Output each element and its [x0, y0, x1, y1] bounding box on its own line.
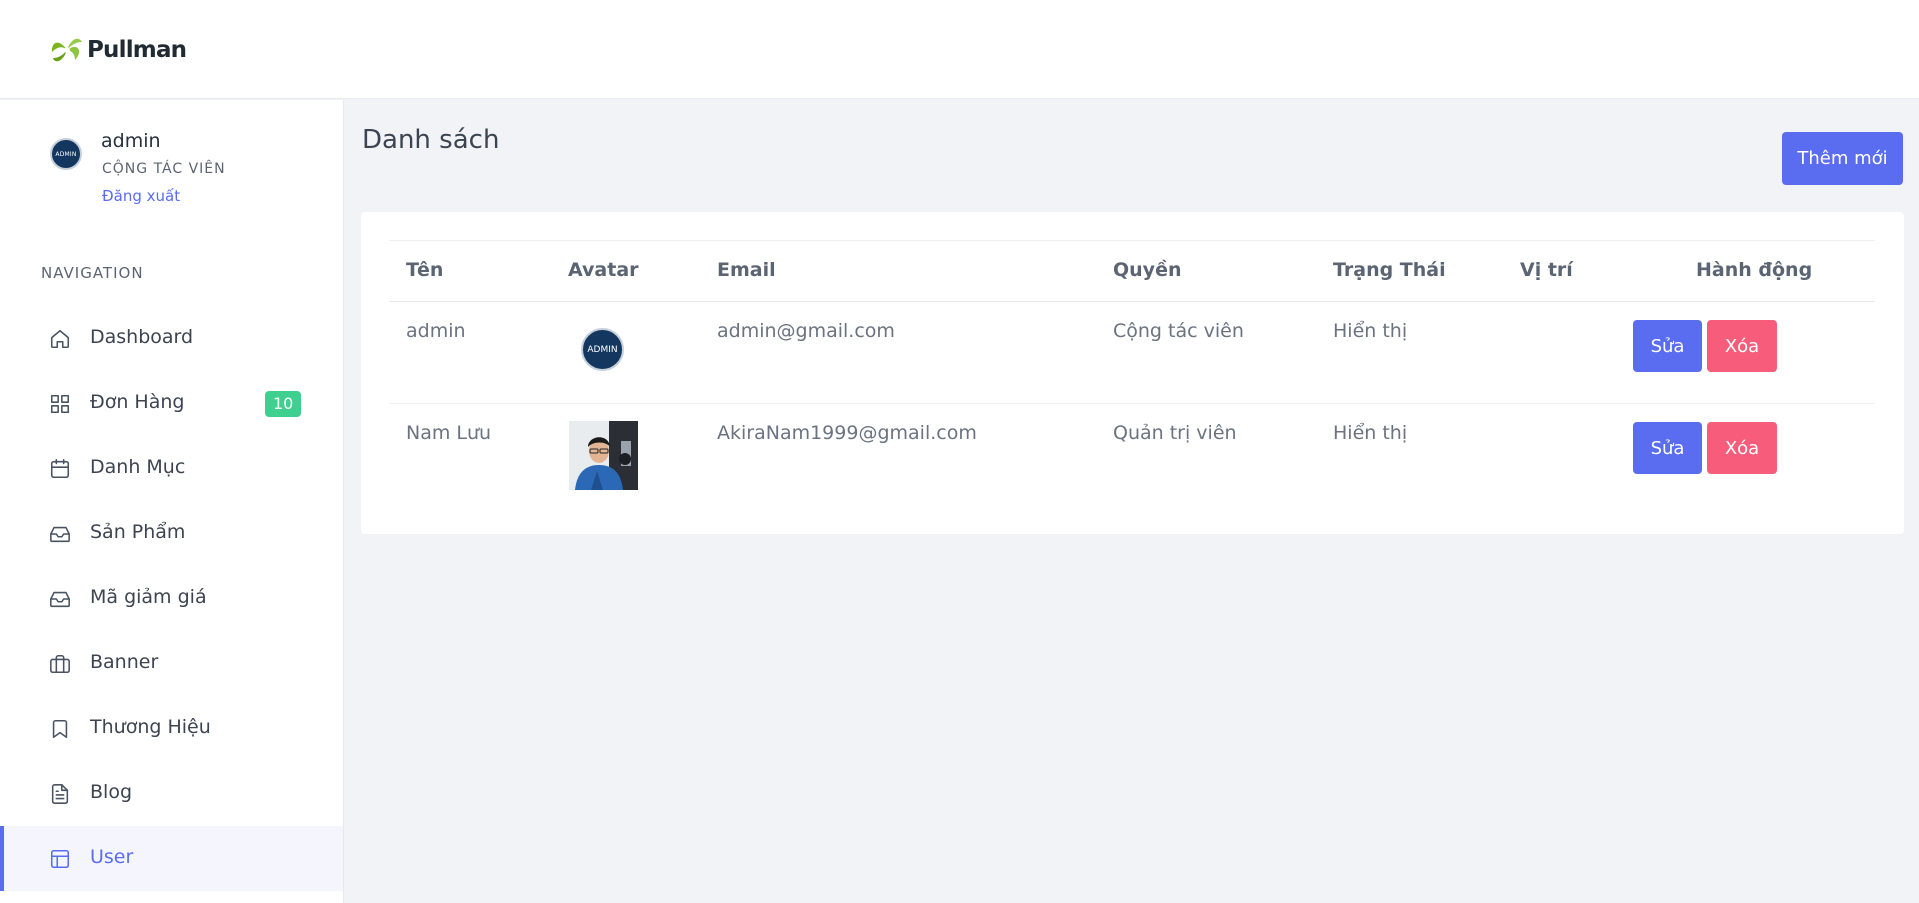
cell-name: admin	[406, 320, 466, 342]
pullman-logo-icon	[51, 38, 82, 62]
edit-button[interactable]: Sửa	[1633, 320, 1702, 372]
column-header-actions: Hành động	[1696, 259, 1813, 281]
cell-status: Hiển thị	[1333, 422, 1408, 444]
sidebar-item-coupons[interactable]: Mã giảm giá	[0, 566, 343, 631]
file-text-icon	[49, 783, 71, 805]
column-header-status[interactable]: Trạng Thái	[1333, 259, 1446, 281]
home-icon	[49, 328, 71, 350]
orders-count-badge: 10	[265, 391, 302, 417]
sidebar-item-label: Blog	[90, 781, 132, 803]
sidebar-item-user[interactable]: User	[0, 826, 343, 891]
sidebar-item-label: Banner	[90, 651, 159, 673]
add-new-button[interactable]: Thêm mới	[1782, 132, 1903, 185]
delete-button[interactable]: Xóa	[1707, 422, 1777, 474]
sidebar-item-products[interactable]: Sản Phẩm	[0, 501, 343, 566]
table-header: Tên Avatar Email Quyền Trạng Thái Vị trí…	[389, 240, 1875, 302]
users-table: Tên Avatar Email Quyền Trạng Thái Vị trí…	[389, 240, 1875, 506]
user-avatar: ADMIN	[50, 138, 82, 170]
bookmark-icon	[49, 718, 71, 740]
sidebar-nav: Dashboard Đơn Hàng 10 Danh Mục Sản Phẩm …	[0, 306, 343, 891]
top-bar: Pullman	[0, 0, 1919, 99]
avatar-text: ADMIN	[587, 344, 618, 355]
sidebar-item-label: Thương Hiệu	[90, 716, 211, 738]
sidebar-item-blog[interactable]: Blog	[0, 761, 343, 826]
nav-section-title: NAVIGATION	[41, 264, 144, 282]
cell-role: Quản trị viên	[1113, 422, 1237, 444]
sidebar-item-categories[interactable]: Danh Mục	[0, 436, 343, 501]
column-header-position[interactable]: Vị trí	[1520, 259, 1573, 281]
delete-button[interactable]: Xóa	[1707, 320, 1777, 372]
brand-logo[interactable]: Pullman	[49, 32, 187, 68]
sidebar-item-dashboard[interactable]: Dashboard	[0, 306, 343, 371]
inbox-icon	[49, 588, 71, 610]
briefcase-icon	[49, 653, 71, 675]
grid-icon	[49, 393, 71, 415]
user-avatar: ADMIN	[581, 328, 624, 371]
sidebar-item-banner[interactable]: Banner	[0, 631, 343, 696]
user-name: admin	[101, 130, 161, 152]
cell-name: Nam Lưu	[406, 422, 492, 444]
sidebar: ADMIN admin CỘNG TÁC VIÊN Đăng xuất NAVI…	[0, 100, 344, 903]
cell-email: admin@gmail.com	[717, 320, 895, 342]
cell-status: Hiển thị	[1333, 320, 1408, 342]
logout-link[interactable]: Đăng xuất	[102, 187, 180, 205]
page-title: Danh sách	[362, 125, 500, 155]
brand-name: Pullman	[87, 37, 187, 63]
sidebar-item-orders[interactable]: Đơn Hàng 10	[0, 371, 343, 436]
table-row: Nam Lưu AkiraNam1999@gmail.com Quản trị …	[389, 404, 1875, 506]
calendar-icon	[49, 458, 71, 480]
sidebar-item-label: Đơn Hàng	[90, 391, 185, 413]
sidebar-item-label: User	[90, 846, 134, 868]
sidebar-item-label: Mã giảm giá	[90, 586, 207, 608]
cell-email: AkiraNam1999@gmail.com	[717, 422, 977, 444]
table-row: admin ADMIN admin@gmail.com Cộng tác viê…	[389, 302, 1875, 404]
layout-icon	[49, 848, 71, 870]
sidebar-item-label: Sản Phẩm	[90, 521, 186, 543]
avatar-text: ADMIN	[55, 150, 77, 158]
user-role: CỘNG TÁC VIÊN	[102, 161, 226, 177]
column-header-name[interactable]: Tên	[406, 259, 443, 281]
sidebar-item-label: Dashboard	[90, 326, 194, 348]
users-table-card: Tên Avatar Email Quyền Trạng Thái Vị trí…	[361, 212, 1904, 534]
sidebar-item-label: Danh Mục	[90, 456, 186, 478]
sidebar-item-brands[interactable]: Thương Hiệu	[0, 696, 343, 761]
user-avatar-photo	[569, 421, 638, 490]
inbox-icon	[49, 523, 71, 545]
column-header-avatar[interactable]: Avatar	[568, 259, 639, 281]
column-header-email[interactable]: Email	[717, 259, 776, 281]
column-header-role[interactable]: Quyền	[1113, 259, 1181, 281]
cell-role: Cộng tác viên	[1113, 320, 1244, 342]
edit-button[interactable]: Sửa	[1633, 422, 1702, 474]
